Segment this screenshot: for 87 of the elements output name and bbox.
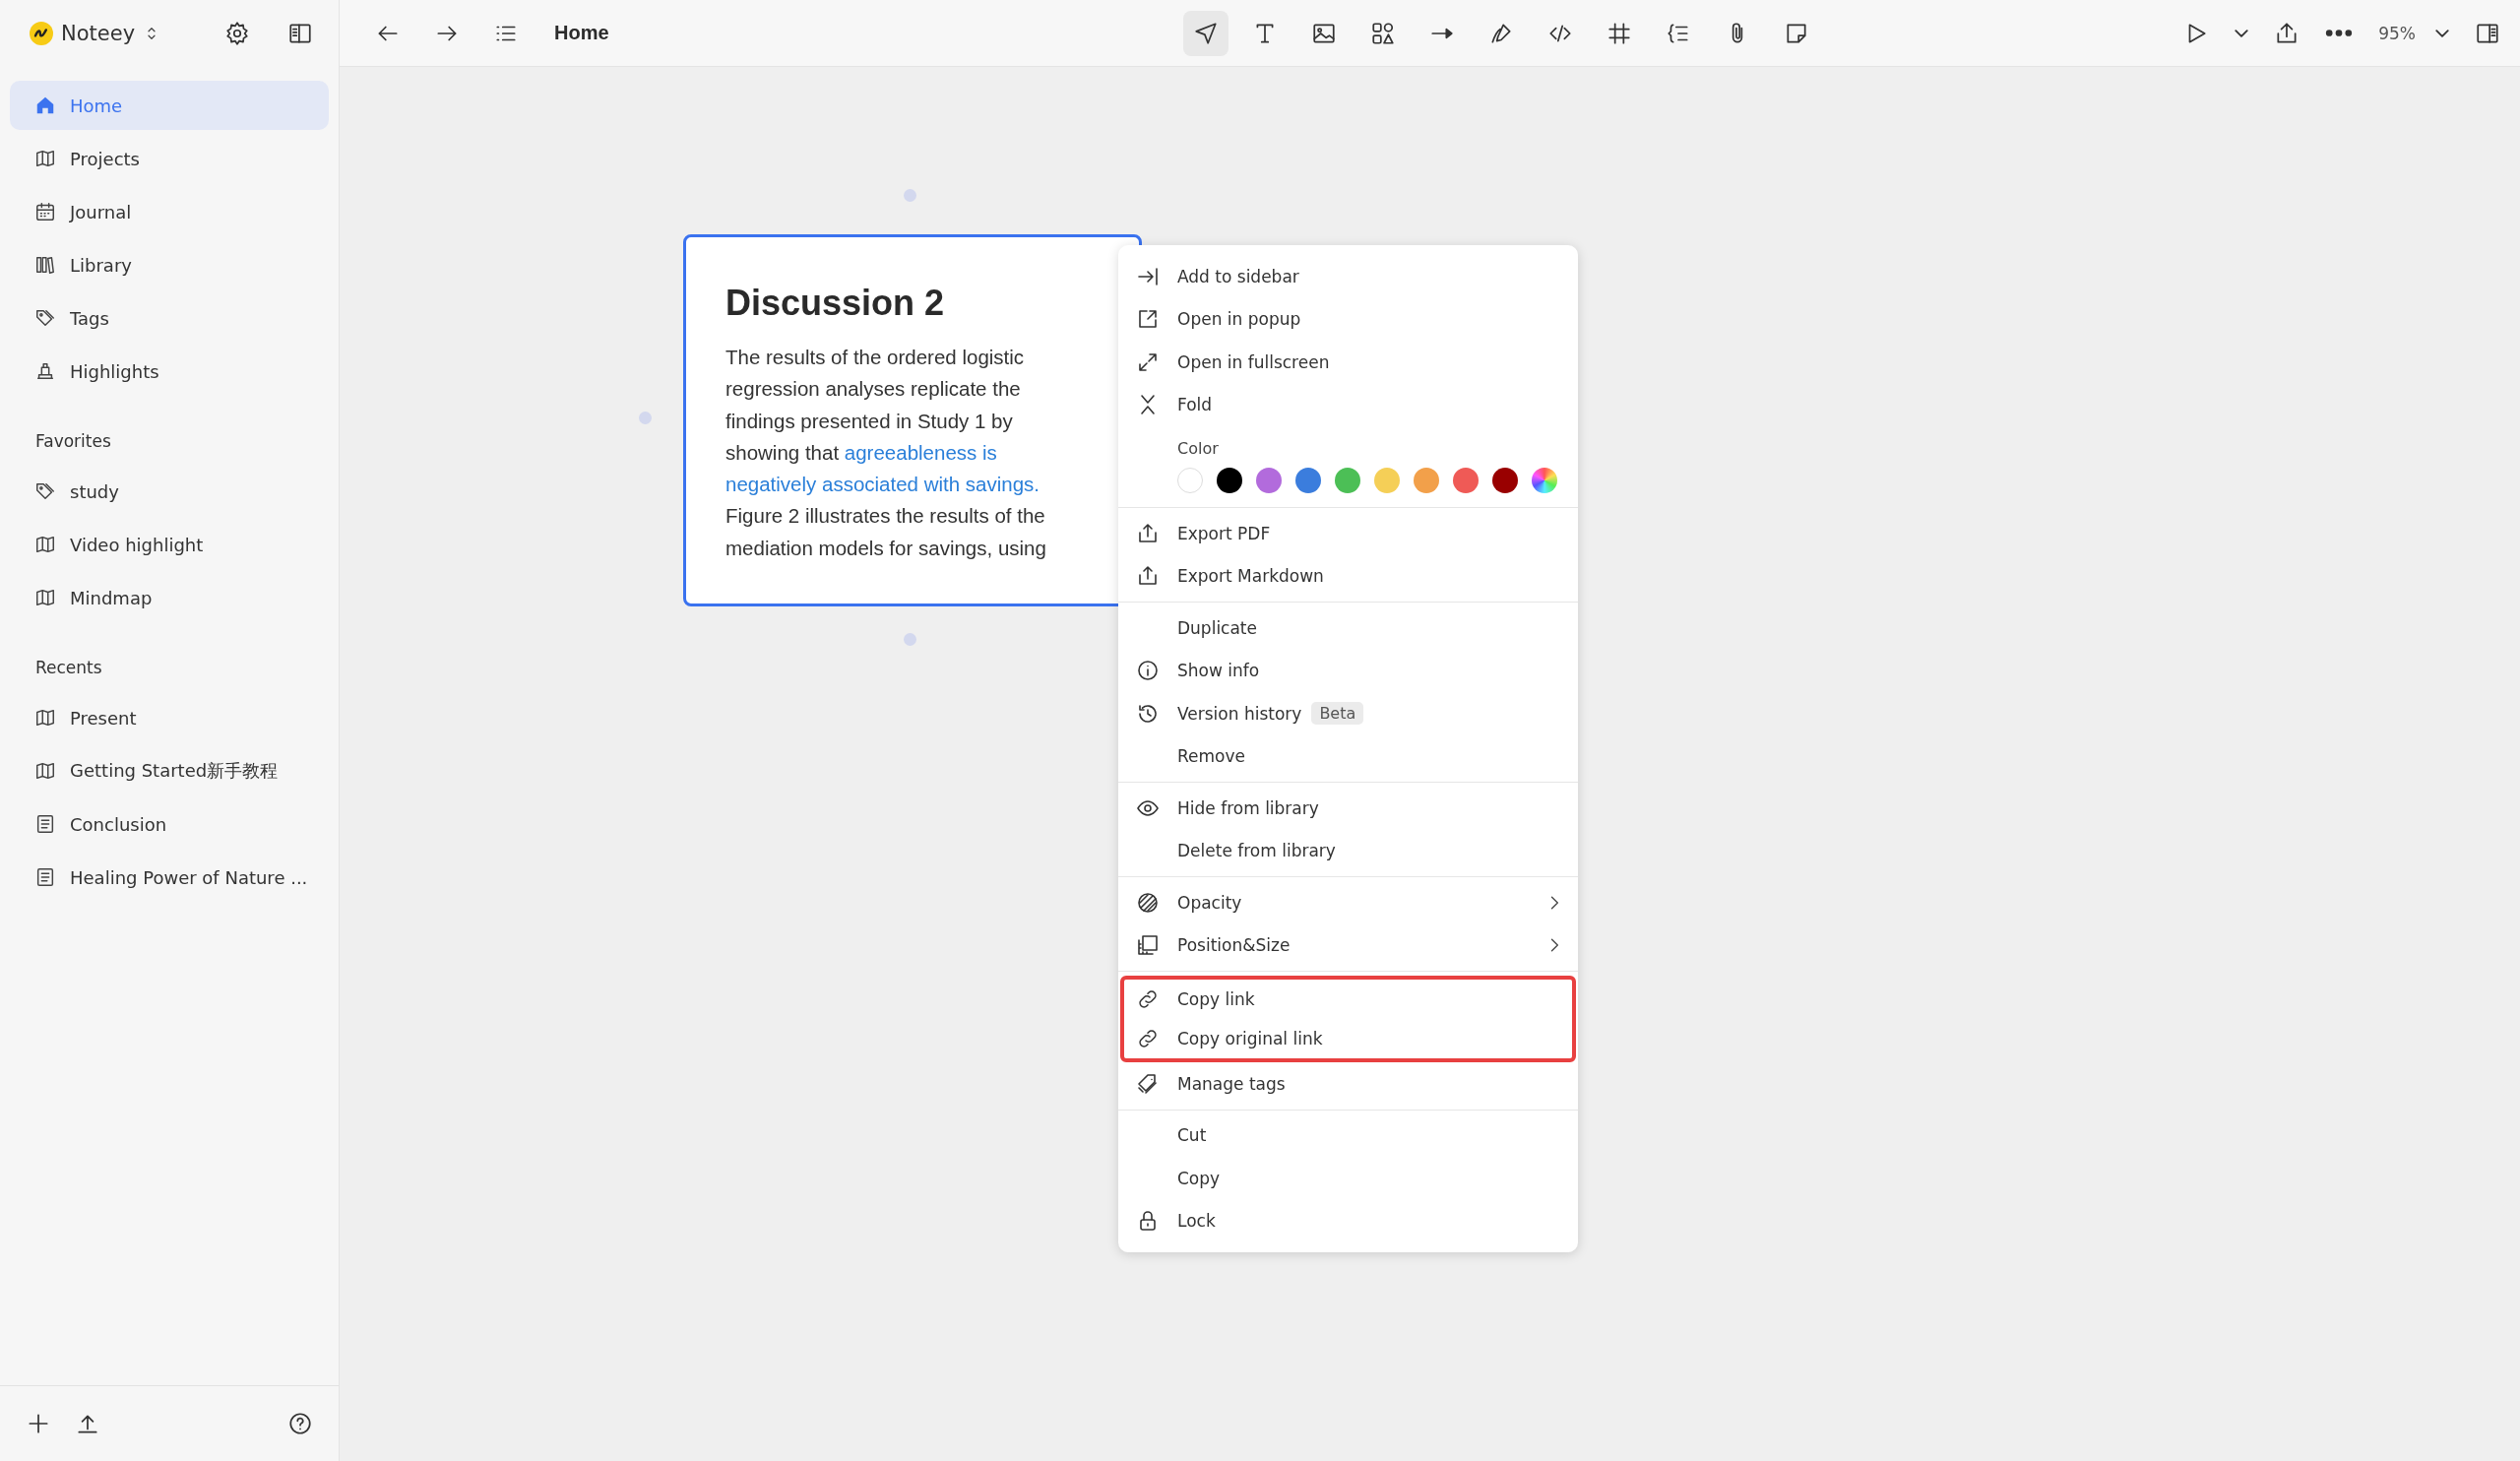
shapes-icon [1370,20,1397,46]
color-swatch[interactable] [1374,468,1400,493]
menu-item[interactable]: Open in popup [1118,297,1578,341]
opacity-icon [1136,890,1160,915]
link-icon [1136,1027,1160,1050]
gear-icon [224,21,250,46]
document-icon [34,866,56,888]
color-swatch[interactable] [1256,468,1282,493]
nav-item[interactable]: Tags [10,293,329,343]
card-text: The results of the ordered logistic regression analyses replicate the findings presented in Study 1 by showing that agreeableness is negatively associated with savings. Figure 2 illustrates the results of the mediation models for savings, using [725,345,1047,561]
caret-icon [2435,29,2449,37]
map-icon [34,760,56,782]
app-logo [30,22,53,45]
menu-item[interactable]: Remove [1118,734,1578,778]
document-icon [34,813,56,835]
menu-item[interactable]: Manage tags [1118,1062,1578,1106]
section-heading: Favorites [34,430,112,453]
menu-item[interactable]: Export PDF [1118,512,1578,555]
menu-item[interactable]: Hide from library [1118,787,1578,830]
zoom-level[interactable]: 95% [2378,23,2416,43]
menu-item[interactable]: Add to sidebar [1118,255,1578,298]
menu-item[interactable]: Cut [1118,1113,1578,1157]
menu-item[interactable]: Fold [1118,383,1578,426]
nav-item[interactable]: Journal [10,187,329,236]
connection-handle[interactable] [639,412,652,424]
menu-item[interactable]: Copy link [1124,980,1572,1019]
menu-item[interactable]: Delete from library [1118,829,1578,872]
caret-icon [2235,29,2249,37]
position-size-icon [1136,933,1160,958]
color-swatch[interactable] [1295,468,1321,493]
connection-handle[interactable] [904,633,916,646]
map-icon [34,534,56,555]
link-icon [1136,987,1160,1011]
more-icon [2325,30,2354,36]
menu-item[interactable]: Open in fullscreen [1118,341,1578,384]
info-icon [1136,659,1160,683]
nav-item[interactable]: Home [10,81,329,130]
menu-item[interactable]: Opacity [1118,881,1578,924]
select-tool[interactable] [1183,10,1229,56]
workspace-name[interactable]: Noteey [61,22,136,45]
menu-item[interactable]: Version history Beta [1118,692,1578,735]
menu-item[interactable]: Duplicate [1118,606,1578,650]
menu-item[interactable]: Lock [1118,1199,1578,1242]
section-heading: Recents [34,657,103,679]
pointer-icon [1193,20,1220,46]
tags-icon [1136,1071,1160,1096]
color-swatch[interactable] [1177,468,1203,493]
hash-icon [1606,20,1633,46]
map-icon [34,587,56,608]
sidebar-item[interactable]: Healing Power of Nature ... [10,853,329,902]
menu-item[interactable]: Copy original link [1124,1019,1572,1058]
note-card[interactable] [683,234,1142,606]
tag-icon [34,307,56,329]
nav-item[interactable]: Highlights [10,347,329,396]
highlighter-icon [34,360,56,382]
home-icon [34,95,56,116]
sidebar-item[interactable]: study [10,467,329,516]
sidebar-item[interactable]: Getting Started新手教程 [10,746,329,795]
menu-item[interactable]: Copy [1118,1157,1578,1200]
books-icon [34,254,56,276]
calendar-icon [34,201,56,222]
menu-item[interactable]: Export Markdown [1118,554,1578,598]
nav-item[interactable]: Projects [10,134,329,183]
card-title: Discussion 2 [725,283,945,324]
nav-item[interactable]: Library [10,240,329,289]
color-picker-swatch[interactable] [1532,468,1557,493]
color-swatch[interactable] [1335,468,1360,493]
menu-item[interactable]: Show info [1118,649,1578,692]
color-swatch[interactable] [1453,468,1479,493]
page-title: Home [554,22,609,44]
connection-handle[interactable] [904,189,916,202]
color-swatch[interactable] [1492,468,1518,493]
menu-label: Color [1177,437,1220,460]
map-icon [34,148,56,169]
color-swatch[interactable] [1414,468,1439,493]
color-swatch[interactable] [1217,468,1242,493]
menu-item[interactable]: Position&Size [1118,923,1578,967]
sidebar-item[interactable]: Conclusion [10,799,329,849]
sidebar-item[interactable]: Mindmap [10,573,329,622]
map-icon [34,707,56,729]
export-icon [1136,521,1160,545]
tag-icon [34,480,56,502]
sidebar-panel-icon [287,21,313,46]
beta-badge: Beta [1311,702,1364,726]
sidebar-item[interactable]: Present [10,693,329,742]
help-icon [287,1411,313,1436]
sidebar-item[interactable]: Video highlight [10,520,329,569]
